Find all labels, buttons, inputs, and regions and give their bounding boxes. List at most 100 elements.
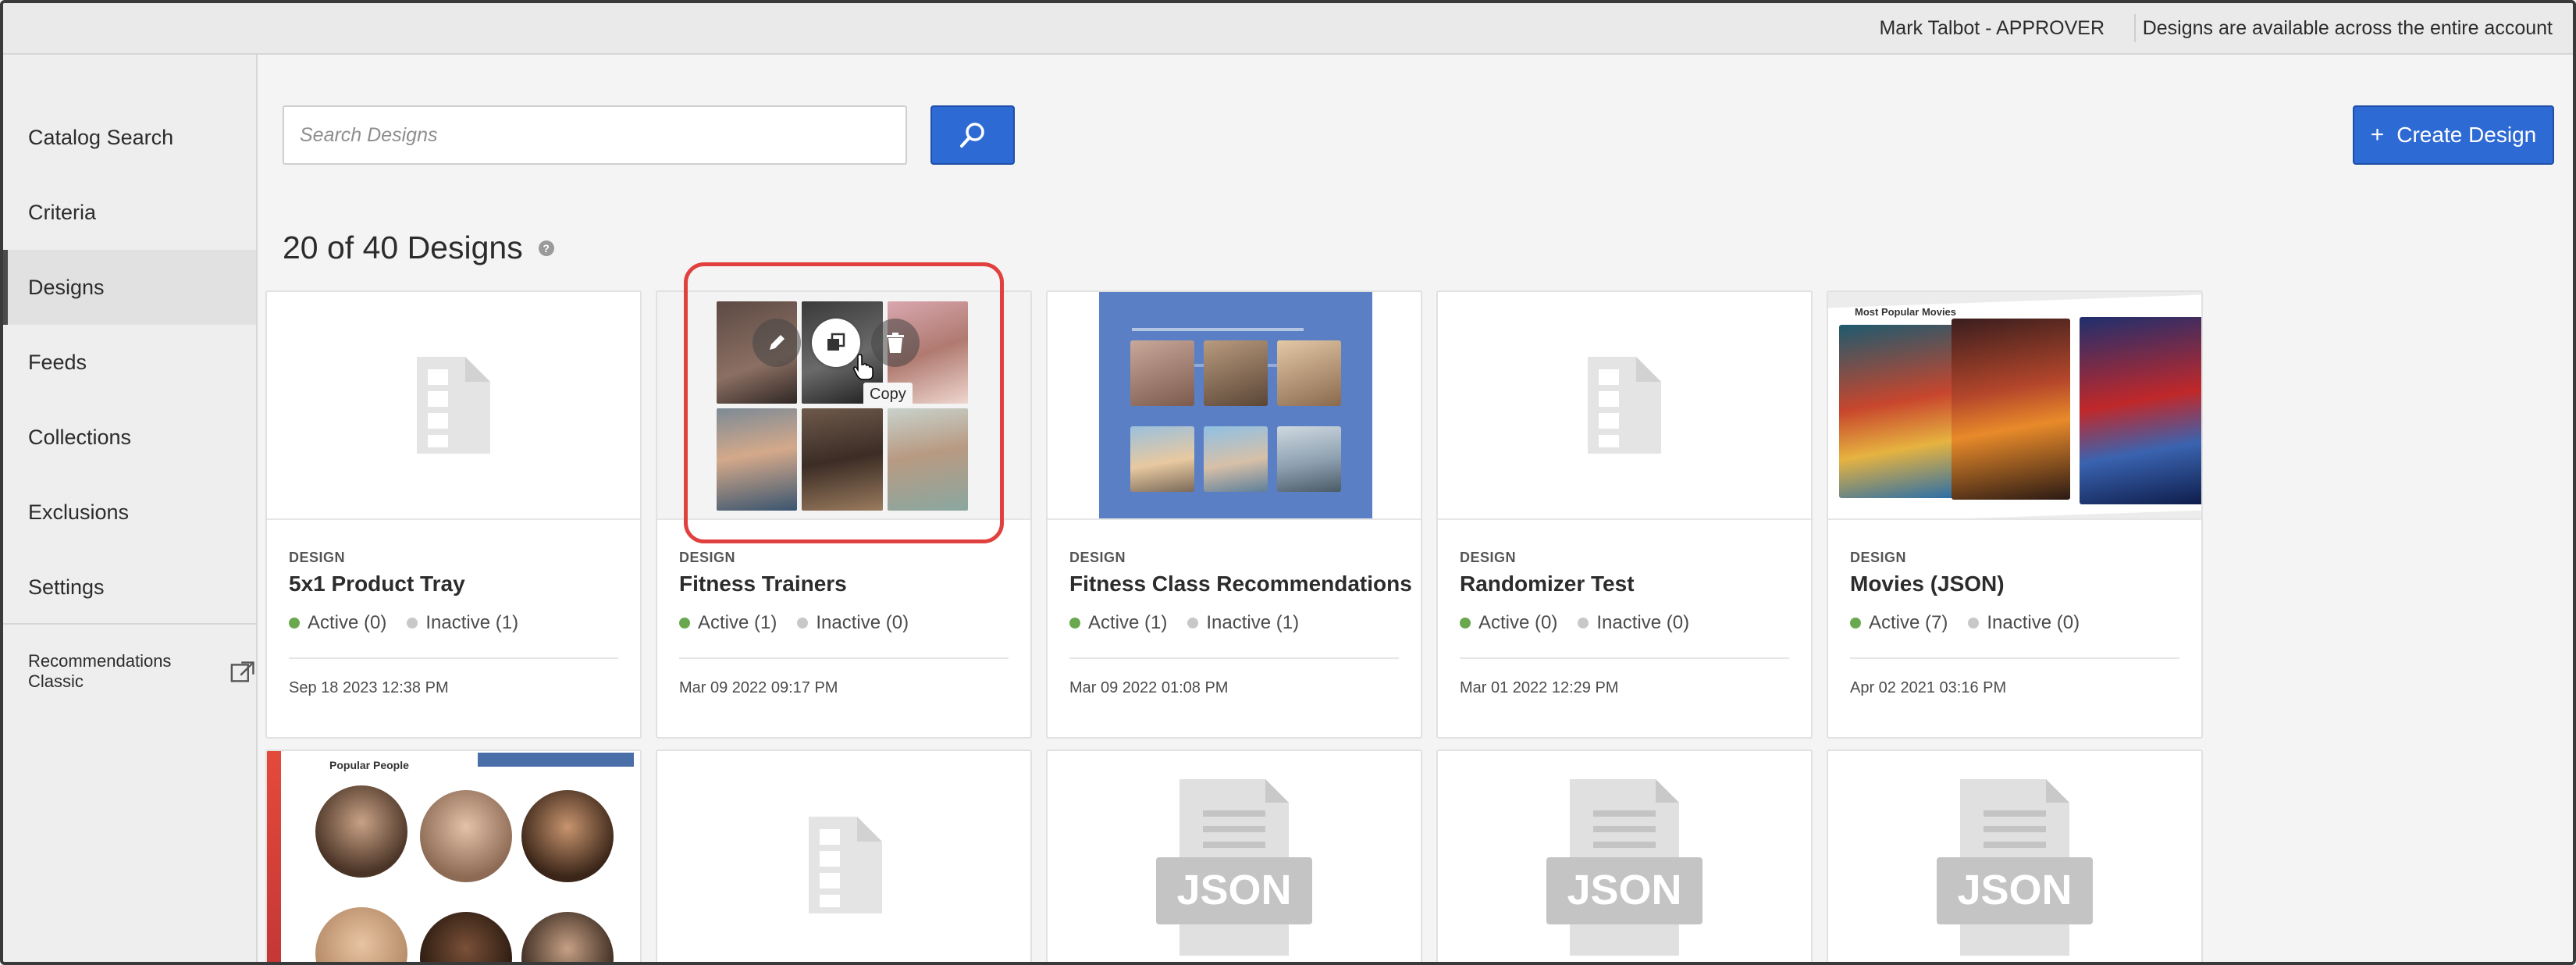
design-card[interactable]: Most Popular Movies DESIGN Movies (JSON)… [1827, 290, 2203, 739]
classic-link-label: Recommendations Classic [28, 651, 172, 691]
active-count: Active (1) [698, 612, 777, 633]
json-file-icon: JSON [1156, 779, 1312, 956]
card-divider [1069, 657, 1399, 659]
document-icon [809, 817, 882, 913]
inactive-count: Inactive (0) [816, 612, 909, 633]
plus-icon: + [2370, 122, 2385, 148]
card-thumbnail [1438, 292, 1811, 520]
class-tile [1204, 426, 1268, 492]
json-label: JSON [1567, 867, 1681, 913]
json-file-icon: JSON [1546, 779, 1703, 956]
board-heading-line [1132, 328, 1304, 331]
active-count: Active (1) [1088, 612, 1168, 633]
active-status-dot [1069, 618, 1080, 628]
design-card[interactable]: JSON [1827, 750, 2203, 962]
active-count: Active (7) [1869, 612, 1948, 633]
external-link-icon [230, 661, 254, 682]
card-thumbnail: JSON [1438, 751, 1811, 962]
movie-poster [1839, 325, 1955, 498]
search-icon [960, 123, 984, 148]
active-count: Active (0) [1478, 612, 1558, 633]
card-thumbnail: JSON [1828, 751, 2201, 962]
recommendations-classic-link[interactable]: Recommendations Classic [28, 651, 256, 692]
card-thumbnail [657, 751, 1030, 962]
sidebar-item-exclusions[interactable]: Exclusions [3, 475, 256, 550]
results-title-row: 20 of 40 Designs ? [283, 230, 554, 266]
json-file-icon: JSON [1937, 779, 2093, 956]
user-role-label[interactable]: Mark Talbot - APPROVER [1879, 17, 2105, 40]
card-status: Active (0) Inactive (0) [1460, 612, 1689, 634]
sidebar-item-collections[interactable]: Collections [3, 400, 256, 475]
card-type-label: DESIGN [289, 550, 346, 565]
active-status-dot [289, 618, 300, 628]
sidebar-item-criteria[interactable]: Criteria [3, 175, 256, 250]
design-card[interactable]: Popular People [265, 750, 642, 962]
movie-poster [2080, 317, 2201, 504]
people-sheet-edge [267, 751, 281, 962]
person-avatar [315, 785, 407, 878]
card-thumbnail: Popular People [267, 751, 640, 962]
design-card[interactable]: DESIGN 5x1 Product Tray Active (0) Inact… [265, 290, 642, 739]
movie-poster [1952, 319, 2070, 500]
card-date: Mar 09 2022 09:17 PM [679, 679, 838, 696]
search-button[interactable] [930, 105, 1015, 165]
class-tile [1277, 426, 1341, 492]
card-title[interactable]: Randomizer Test [1460, 572, 1635, 596]
card-divider [1850, 657, 2179, 659]
sidebar-item-designs[interactable]: Designs [3, 250, 256, 325]
card-date: Sep 18 2023 12:38 PM [289, 679, 449, 696]
highlight-annotation [684, 262, 1004, 543]
fitness-class-board [1099, 292, 1372, 518]
design-card[interactable]: JSON [1046, 750, 1422, 962]
help-icon[interactable]: ? [538, 240, 554, 256]
card-thumbnail: Most Popular Movies [1828, 292, 2201, 520]
inactive-count: Inactive (0) [1596, 612, 1690, 633]
card-divider [289, 657, 618, 659]
card-type-label: DESIGN [1850, 550, 1907, 565]
inactive-status-dot [1578, 618, 1589, 628]
class-tile [1277, 340, 1341, 406]
sidebar: Catalog Search Criteria Designs Feeds Co… [3, 55, 258, 962]
design-card[interactable]: DESIGN Fitness Class Recommendations Act… [1046, 290, 1422, 739]
json-label: JSON [1176, 867, 1291, 913]
sidebar-item-feeds[interactable]: Feeds [3, 325, 256, 400]
card-divider [679, 657, 1009, 659]
inactive-status-dot [1187, 618, 1199, 628]
card-date: Mar 01 2022 12:29 PM [1460, 679, 1619, 696]
create-design-button[interactable]: + Create Design [2353, 105, 2554, 165]
active-status-dot [1850, 618, 1861, 628]
top-bar-divider [2134, 14, 2136, 42]
design-card[interactable] [656, 750, 1032, 962]
card-date: Apr 02 2021 03:16 PM [1850, 679, 2007, 696]
card-status: Active (0) Inactive (1) [289, 612, 518, 634]
sidebar-item-settings[interactable]: Settings [3, 550, 256, 625]
card-status: Active (7) Inactive (0) [1850, 612, 2080, 634]
class-tile [1130, 426, 1194, 492]
design-card[interactable]: DESIGN Randomizer Test Active (0) Inacti… [1436, 290, 1813, 739]
person-avatar [420, 790, 512, 882]
active-count: Active (0) [308, 612, 387, 633]
card-type-label: DESIGN [679, 550, 736, 565]
search-designs-input[interactable] [283, 105, 907, 165]
card-title[interactable]: 5x1 Product Tray [289, 572, 465, 596]
results-count-title: 20 of 40 Designs [283, 230, 523, 265]
card-date: Mar 09 2022 01:08 PM [1069, 679, 1229, 696]
sidebar-item-catalog-search[interactable]: Catalog Search [3, 100, 256, 175]
card-thumbnail [267, 292, 640, 520]
app-window: Mark Talbot - APPROVER Designs are avail… [0, 0, 2576, 965]
inactive-status-dot [407, 618, 418, 628]
card-title[interactable]: Fitness Class Recommendations [1069, 572, 1412, 596]
design-card[interactable]: JSON [1436, 750, 1813, 962]
document-icon [417, 357, 490, 454]
card-type-label: DESIGN [1460, 550, 1517, 565]
account-notice: Designs are available across the entire … [2142, 17, 2553, 39]
inactive-count: Inactive (0) [1987, 612, 2080, 633]
person-avatar [521, 790, 614, 882]
card-thumbnail [1048, 292, 1421, 520]
inactive-count: Inactive (1) [425, 612, 519, 633]
active-status-dot [1460, 618, 1471, 628]
active-status-dot [679, 618, 690, 628]
card-title[interactable]: Movies (JSON) [1850, 572, 2005, 596]
inactive-status-dot [1968, 618, 1980, 628]
card-title[interactable]: Fitness Trainers [679, 572, 847, 596]
